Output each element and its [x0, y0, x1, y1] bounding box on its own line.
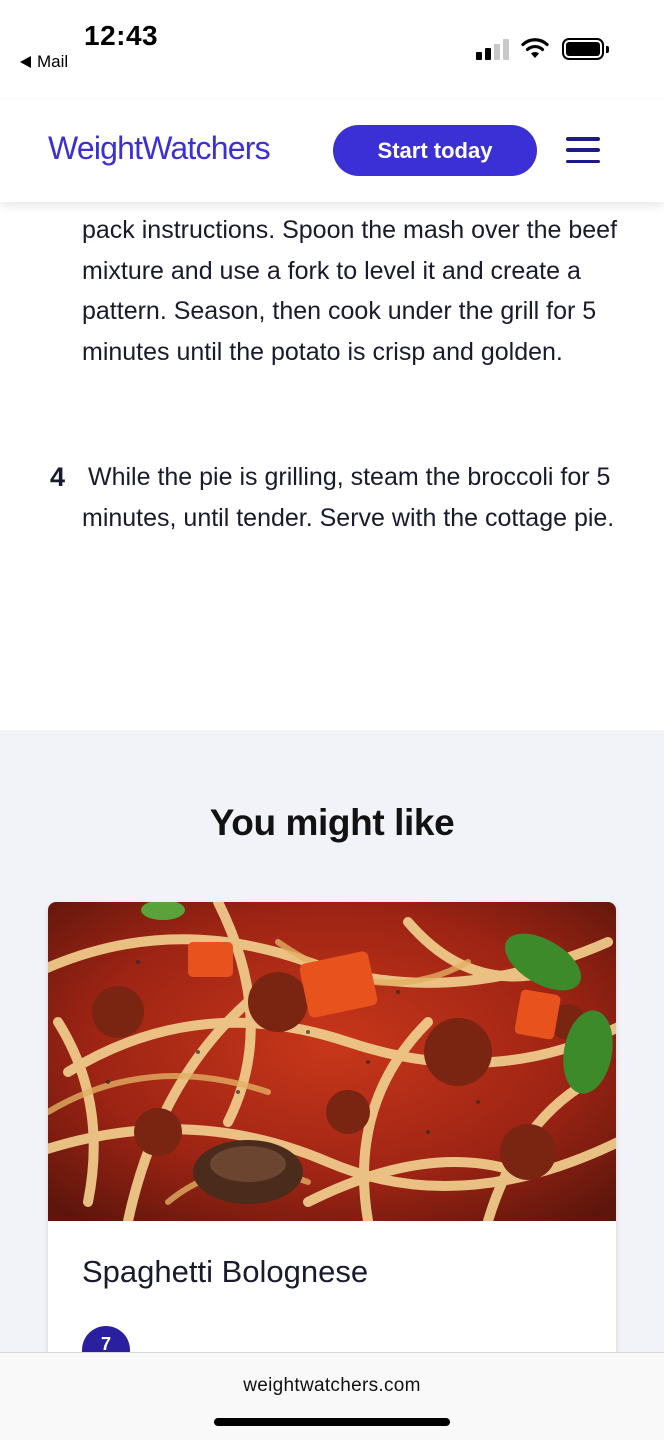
recommendations-section: You might like Spaghetti Bolognese 7 — [0, 730, 664, 1440]
home-indicator[interactable] — [214, 1418, 450, 1426]
back-to-mail-button[interactable]: Mail — [20, 52, 68, 72]
step-3-text: pack instructions. Spoon the mash over t… — [82, 216, 618, 366]
hamburger-menu-icon[interactable] — [566, 137, 602, 163]
back-label: Mail — [37, 52, 69, 71]
recommendations-heading: You might like — [209, 802, 455, 843]
start-today-button[interactable]: Start today — [333, 125, 537, 176]
wifi-icon — [521, 38, 549, 58]
spaghetti-bolognese-photo — [48, 902, 616, 1221]
battery-icon — [562, 38, 609, 60]
back-arrow-icon — [20, 56, 31, 68]
step-4-text: While the pie is grilling, steam the bro… — [82, 463, 615, 532]
step-number: 4 — [50, 462, 66, 492]
browser-url-bar[interactable]: weightwatchers.com — [0, 1352, 664, 1440]
status-bar: 12:43 Mail — [0, 0, 664, 100]
site-header: WeightWatchers Start today — [0, 100, 664, 202]
recipe-card-title[interactable]: Spaghetti Bolognese — [82, 1254, 368, 1290]
recipe-method-steps: pack instructions. Spoon the mash over t… — [0, 202, 664, 730]
status-time: 12:43 — [84, 20, 159, 51]
weightwatchers-logo[interactable]: WeightWatchers — [48, 130, 271, 167]
cellular-signal-icon — [476, 38, 509, 60]
url-text[interactable]: weightwatchers.com — [0, 1375, 664, 1397]
